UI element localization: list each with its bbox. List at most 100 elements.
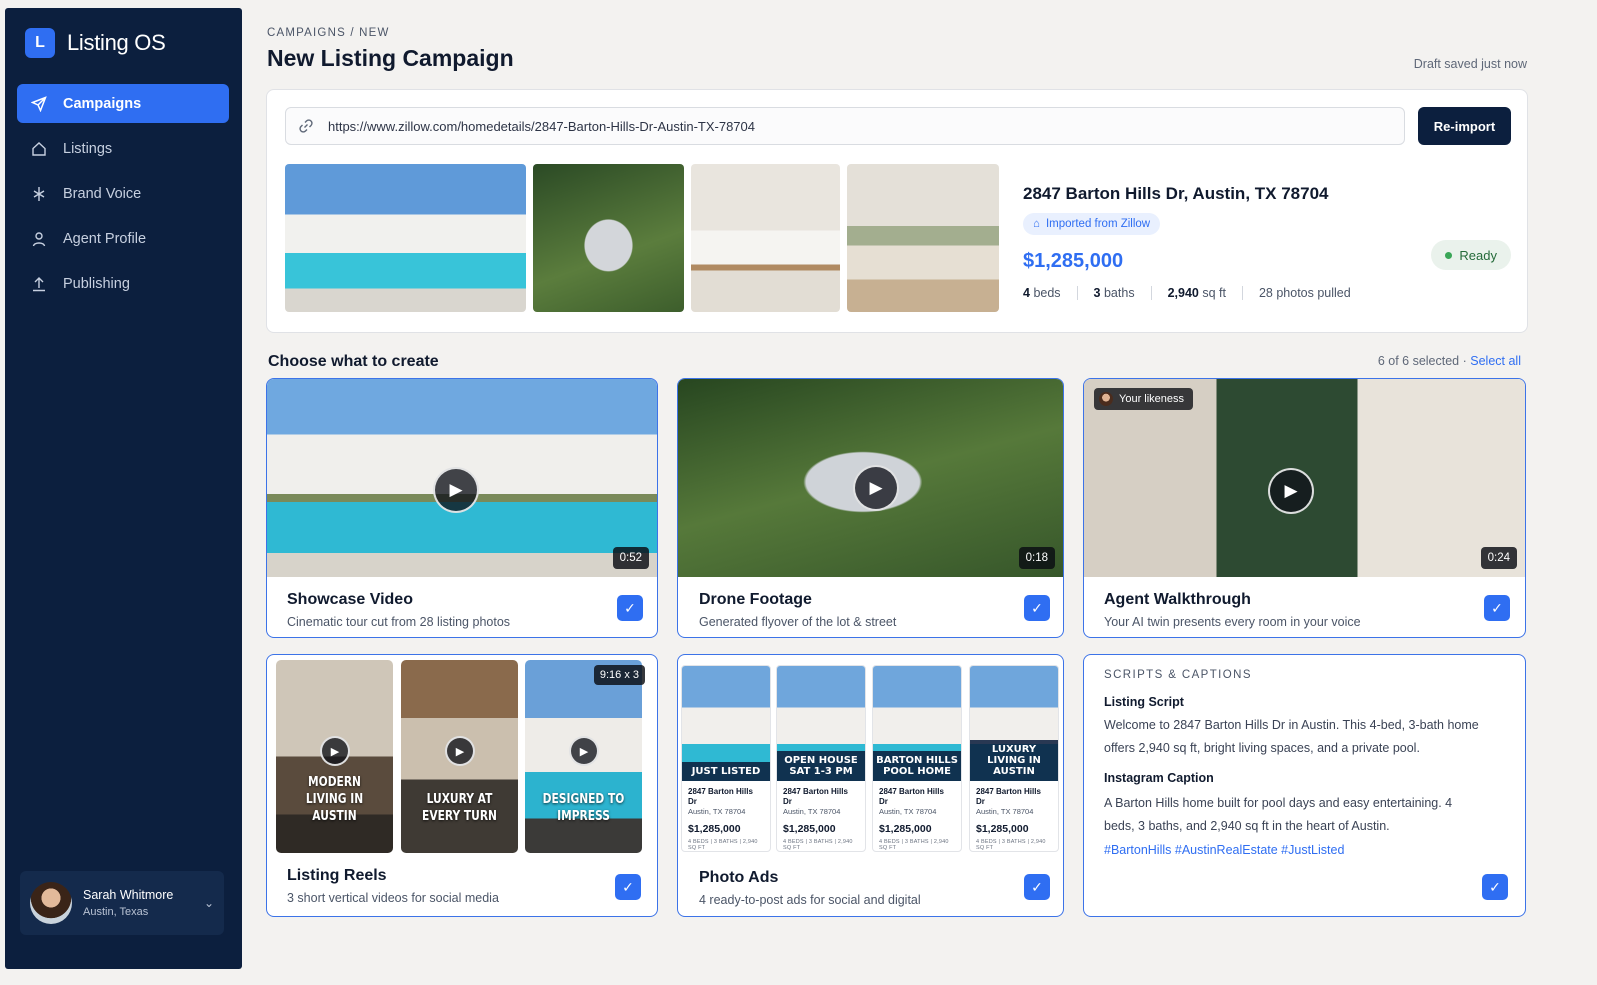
play-icon[interactable]: ▶	[569, 736, 599, 766]
duration-badge: 0:24	[1480, 547, 1517, 569]
card-title: Listing Reels	[287, 867, 387, 884]
sidebar-item-campaigns[interactable]: Campaigns	[17, 84, 229, 123]
sidebar-item-label: Publishing	[63, 275, 130, 292]
baths-stat: 3 baths	[1094, 286, 1135, 300]
select-checkbox[interactable]: ✓	[1484, 595, 1510, 621]
select-checkbox[interactable]: ✓	[617, 595, 643, 621]
ad-address: 2847 Barton Hills Dr	[976, 787, 1041, 806]
video-thumbnail[interactable]: Your likeness ▶ 0:24	[1084, 379, 1525, 577]
ad-meta: 4 BEDS | 3 BATHS | 2,940 SQ FT	[783, 839, 853, 851]
ad-meta: 4 BEDS | 3 BATHS | 2,940 SQ FT	[688, 839, 758, 851]
output-card-showcase-video[interactable]: ▶ 0:52 Showcase Video Cinematic tour cut…	[266, 378, 658, 638]
ad-preview[interactable]: Luxury living in Austin 2847 Barton Hill…	[969, 665, 1059, 852]
play-icon[interactable]: ▶	[320, 736, 350, 766]
sidebar-item-label: Listings	[63, 140, 113, 157]
ad-price: $1,285,000	[783, 823, 836, 835]
beds-value: 4	[1023, 286, 1030, 300]
ad-address: 2847 Barton Hills Dr	[879, 787, 944, 806]
card-title: Agent Walkthrough	[1104, 591, 1251, 608]
sidebar-item-label: Brand Voice	[63, 185, 142, 202]
home-icon: ⌂	[1033, 218, 1040, 230]
send-icon	[31, 95, 47, 112]
play-icon[interactable]: ▶	[433, 467, 479, 513]
sqft-unit: sq ft	[1202, 286, 1226, 300]
select-checkbox[interactable]: ✓	[1024, 874, 1050, 900]
output-card-agent-walkthrough[interactable]: Your likeness ▶ 0:24 Agent Walkthrough Y…	[1083, 378, 1526, 638]
property-stats: 4 beds 3 baths 2,940 sq ft 28 photos pul…	[1023, 286, 1351, 300]
reel-thumbnail[interactable]: ▶ Luxury at every turn	[401, 660, 518, 853]
aspect-ratio-badge: 9:16 x 3	[593, 665, 645, 685]
card-subtitle: Generated flyover of the lot & street	[699, 615, 897, 629]
brand[interactable]: L Listing OS	[25, 28, 166, 58]
property-price: $1,285,000	[1023, 250, 1124, 272]
select-checkbox[interactable]: ✓	[1482, 874, 1508, 900]
sidebar-item-agent-profile[interactable]: Agent Profile	[17, 219, 229, 258]
app-name: Listing OS	[67, 30, 166, 55]
listing-url-input[interactable]: https://www.zillow.com/homedetails/2847-…	[285, 107, 1405, 145]
video-thumbnail[interactable]: ▶ 0:18	[678, 379, 1063, 577]
ad-banner: Luxury living in Austin	[970, 740, 1058, 781]
chevron-down-icon[interactable]: ⌄	[204, 896, 214, 910]
page-title: New Listing Campaign	[267, 45, 514, 71]
hashtags: #BartonHills #AustinRealEstate #JustList…	[1104, 843, 1345, 857]
duration-badge: 0:18	[1018, 547, 1055, 569]
user-menu[interactable]: Sarah Whitmore Austin, Texas ⌄	[20, 871, 224, 935]
user-info: Sarah Whitmore Austin, Texas	[83, 888, 173, 918]
reel-caption: Luxury at every turn	[422, 792, 497, 824]
card-subtitle: 4 ready-to-post ads for social and digit…	[699, 893, 921, 907]
output-card-photo-ads[interactable]: Just listed 2847 Barton Hills Dr Austin, …	[677, 654, 1064, 917]
home-icon	[32, 141, 46, 156]
video-thumbnail[interactable]: ▶ 0:52	[267, 379, 657, 577]
ad-banner: Open house sat 1-3 pm	[777, 751, 865, 781]
ad-city: Austin, TX 78704	[879, 807, 937, 816]
likeness-badge-label: Your likeness	[1119, 393, 1185, 405]
card-title: Drone Footage	[699, 591, 812, 608]
reel-thumbnail[interactable]: ▶ Designed to impress	[525, 660, 642, 853]
listing-photo-pool[interactable]	[285, 164, 526, 312]
select-all-link[interactable]: Select all	[1470, 354, 1521, 368]
baths-unit: baths	[1103, 286, 1135, 300]
card-label: SCRIPTS & CAPTIONS	[1104, 669, 1252, 681]
status-badge: Ready	[1431, 240, 1511, 270]
play-icon[interactable]: ▶	[853, 465, 899, 511]
output-card-scripts-captions[interactable]: SCRIPTS & CAPTIONS Listing Script Welcom…	[1083, 654, 1526, 917]
card-subtitle: Your AI twin presents every room in your…	[1104, 615, 1361, 629]
ad-city: Austin, TX 78704	[783, 807, 841, 816]
ad-city: Austin, TX 78704	[688, 807, 746, 816]
import-card: https://www.zillow.com/homedetails/2847-…	[266, 89, 1528, 333]
listing-photo-aerial[interactable]	[533, 164, 684, 312]
ad-meta: 4 BEDS | 3 BATHS | 2,940 SQ FT	[879, 839, 949, 851]
ad-preview[interactable]: Open house sat 1-3 pm 2847 Barton Hills …	[776, 665, 866, 852]
sidebar-item-brand-voice[interactable]: Brand Voice	[17, 174, 229, 213]
link-icon	[299, 119, 313, 133]
ad-photo: Just listed	[682, 666, 770, 781]
ad-preview[interactable]: Just listed 2847 Barton Hills Dr Austin, …	[681, 665, 771, 852]
ad-address: 2847 Barton Hills Dr	[688, 787, 753, 806]
reel-thumbnail[interactable]: ▶ Modern living in Austin	[276, 660, 393, 853]
play-icon[interactable]: ▶	[445, 736, 475, 766]
source-badge-label: Imported from Zillow	[1045, 218, 1151, 230]
ad-price: $1,285,000	[976, 823, 1029, 835]
sidebar-item-publishing[interactable]: Publishing	[17, 264, 229, 303]
listing-photo-living-room[interactable]	[847, 164, 999, 312]
instagram-caption-text: A Barton Hills home built for pool days …	[1104, 796, 1453, 833]
ad-photo: Luxury living in Austin	[970, 666, 1058, 781]
ad-photo: Open house sat 1-3 pm	[777, 666, 865, 781]
photo-strip	[285, 164, 999, 312]
breadcrumb[interactable]: CAMPAIGNS / NEW	[267, 27, 390, 39]
sidebar-item-listings[interactable]: Listings	[17, 129, 229, 168]
ad-banner: Barton Hills pool home	[873, 751, 961, 781]
ad-address: 2847 Barton Hills Dr	[783, 787, 848, 806]
output-card-listing-reels[interactable]: ▶ Modern living in Austin ▶ Luxury at ev…	[266, 654, 658, 917]
reel-caption: Designed to impress	[542, 792, 625, 824]
instagram-caption-title: Instagram Caption	[1104, 771, 1214, 785]
reimport-button[interactable]: Re-import	[1418, 107, 1511, 145]
sidebar-item-label: Campaigns	[63, 95, 142, 112]
listing-photo-kitchen[interactable]	[691, 164, 840, 312]
listing-script-title: Listing Script	[1104, 695, 1184, 709]
select-checkbox[interactable]: ✓	[1024, 595, 1050, 621]
select-checkbox[interactable]: ✓	[615, 874, 641, 900]
output-card-drone-footage[interactable]: ▶ 0:18 Drone Footage Generated flyover o…	[677, 378, 1064, 638]
play-icon[interactable]: ▶	[1268, 468, 1314, 514]
ad-preview[interactable]: Barton Hills pool home 2847 Barton Hills…	[872, 665, 962, 852]
